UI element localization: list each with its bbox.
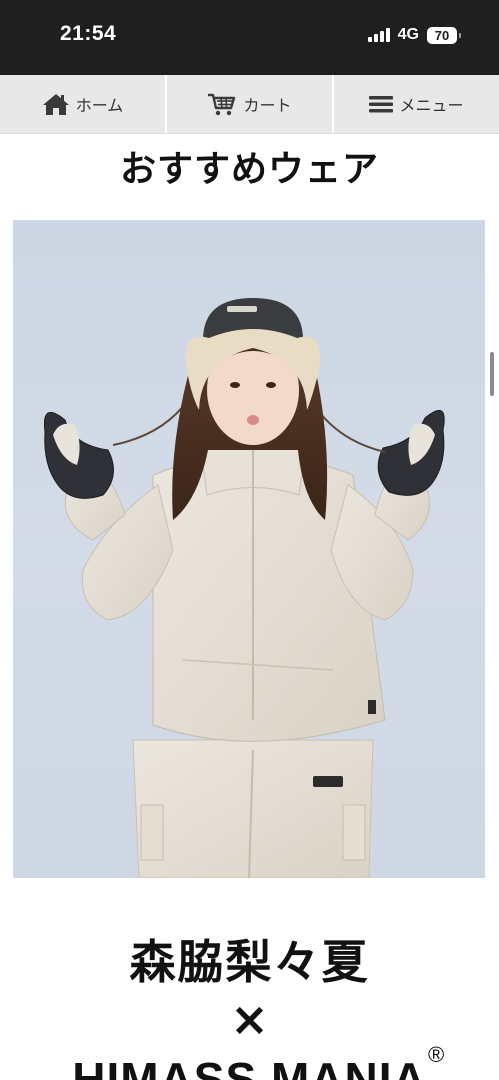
brand-name: HIMASS MANIA xyxy=(72,1053,427,1080)
hamburger-menu-icon xyxy=(369,96,394,113)
battery-level: 70 xyxy=(434,27,450,43)
status-time: 21:54 xyxy=(60,22,117,45)
signal-icon xyxy=(367,28,390,42)
collab-cross: × xyxy=(230,992,269,1046)
nav-home-label: ホーム xyxy=(75,96,124,115)
nav-home-button[interactable]: ホーム xyxy=(0,75,167,133)
nav-cart-label: カート xyxy=(243,96,292,115)
network-type: 4G xyxy=(397,26,419,43)
section-title: おすすめウェア xyxy=(119,149,379,190)
scroll-indicator[interactable] xyxy=(490,352,494,396)
cart-icon xyxy=(208,93,236,116)
home-icon xyxy=(42,94,69,115)
collab-name: 森脇梨々夏 xyxy=(129,935,370,989)
nav-bar: ホーム カート メニュー xyxy=(0,75,499,134)
snowwear-model-photo xyxy=(43,298,445,878)
hero-image[interactable] xyxy=(13,220,485,878)
page: 21:54 4G 70 ホーム カート メニュー おすすめウェア 森脇梨々夏 ×… xyxy=(0,0,499,1080)
nav-menu-label: メニュー xyxy=(399,96,464,115)
nav-menu-button[interactable]: メニュー xyxy=(334,75,499,133)
nav-cart-button[interactable]: カート xyxy=(167,75,334,133)
status-indicators: 4G 70 xyxy=(367,26,461,44)
status-bar: 21:54 4G 70 xyxy=(0,0,499,75)
registered-mark: ® xyxy=(428,1042,445,1067)
battery-icon: 70 xyxy=(427,26,461,44)
